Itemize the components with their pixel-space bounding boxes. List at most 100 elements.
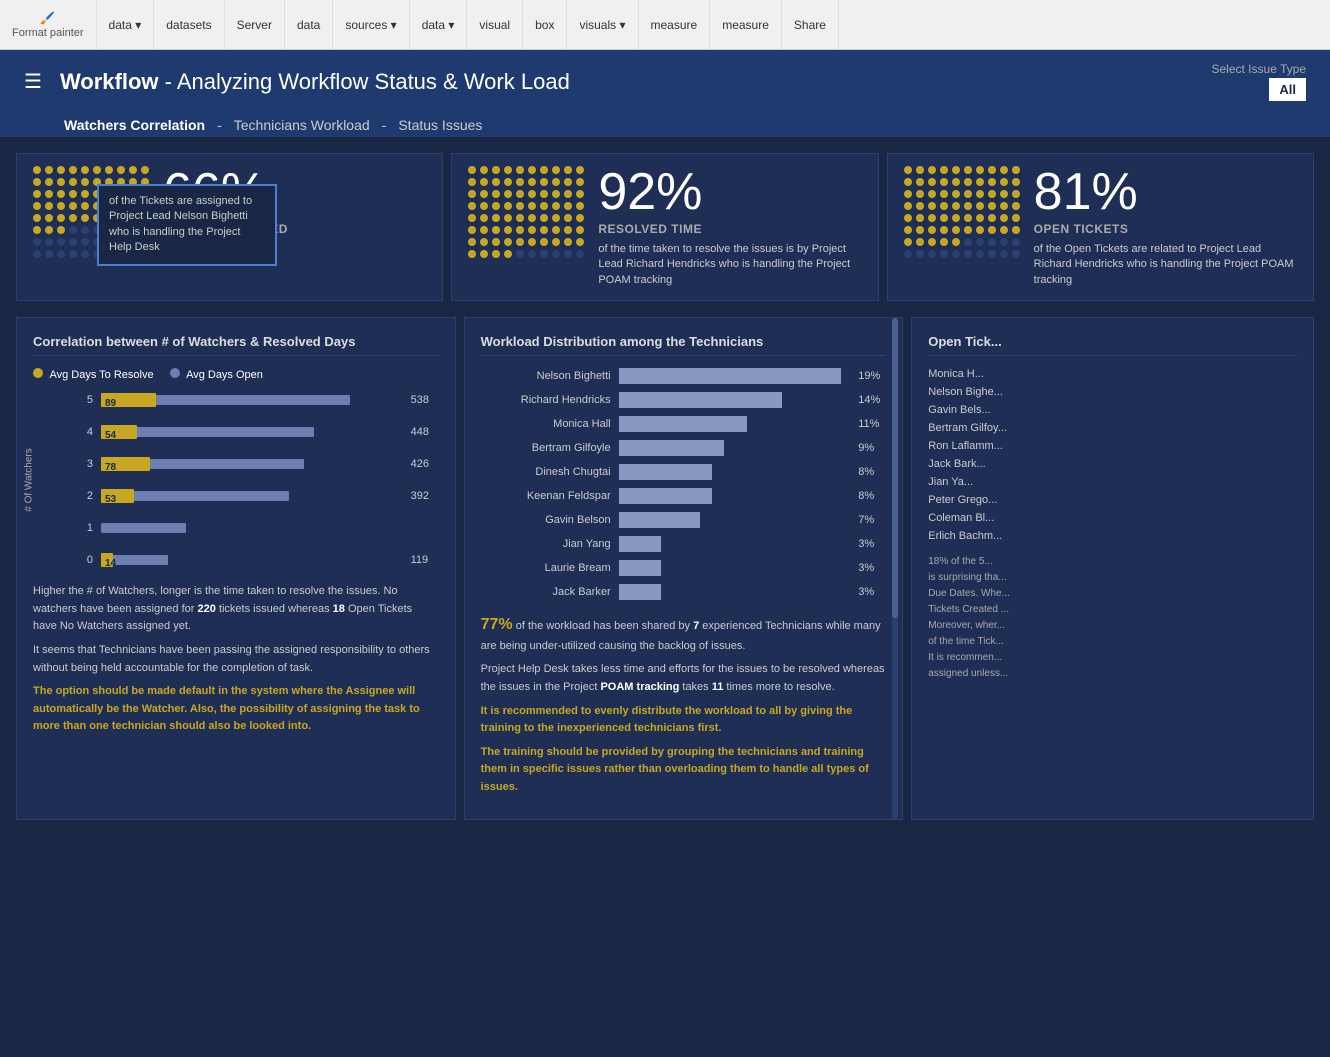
dot-cell [928,250,936,258]
dot-cell [1012,226,1020,234]
dot-cell [69,178,77,186]
dot-cell [952,178,960,186]
data-dropdown-btn[interactable]: data ▾ [97,0,155,49]
dot-cell [952,202,960,210]
box-btn[interactable]: box [523,0,567,49]
dot-cell [540,178,548,186]
dot-cell [540,250,548,258]
dot-cell [940,202,948,210]
select-issue-container: Select Issue Type All [1212,62,1307,101]
workload-bar-name: Jian Yang [481,538,611,550]
dot-cell [1012,166,1020,174]
dot-cell [952,250,960,258]
dot-cell [45,214,53,222]
workload-bar-track [619,416,853,432]
dot-cell [928,214,936,222]
workload-bar-fill [619,488,712,504]
format-painter-btn[interactable]: 🖌️ Format painter [0,0,97,49]
watchers-bar-fg: 14 [101,553,113,567]
dot-cell [916,214,924,222]
queries-btn[interactable]: data ▾ [410,0,468,49]
legend-label-open: Avg Days Open [186,369,263,381]
dot-cell [504,178,512,186]
measure-btn[interactable]: measure [639,0,711,49]
dot-cell [916,178,924,186]
dot-cell [492,238,500,246]
datasets-btn[interactable]: datasets [154,0,224,49]
header-top: ☰ Workflow - Analyzing Workflow Status &… [24,62,1306,101]
watchers-bar-row: 1 [73,517,439,539]
workload-scrollbar[interactable] [892,318,898,818]
box-label: box [535,18,554,32]
dot-cell [576,250,584,258]
visuals-btn[interactable]: visuals ▾ [567,0,638,49]
watchers-bar-row: 378426 [73,453,439,475]
dot-cell [492,190,500,198]
dot-cell [33,166,41,174]
dot-cell [69,202,77,210]
share-btn[interactable]: Share [782,0,839,49]
nav-status-issues[interactable]: Status Issues [398,117,482,133]
dot-cell [57,214,65,222]
dot-cell [528,178,536,186]
nav-watchers-correlation[interactable]: Watchers Correlation [64,117,205,133]
watchers-bar-fg-value: 89 [105,397,116,411]
dot-cell [45,166,53,174]
format-painter-label: Format painter [12,27,84,39]
sources-btn[interactable]: sources ▾ [333,0,409,49]
dot-cell [940,250,948,258]
dot-cell [480,202,488,210]
dot-cell [1012,250,1020,258]
open-tickets-name-item: Erlich Bachm... [928,530,1297,542]
dot-cell [468,250,476,258]
dot-cell [81,202,89,210]
watchers-bar-track: 78 [101,453,405,475]
dot-cell [81,166,89,174]
dot-cell [468,226,476,234]
watchers-bar-value-right: 538 [411,394,439,406]
dot-cell [468,190,476,198]
queries-label: data ▾ [422,18,455,32]
dot-cell [141,166,149,174]
workload-bar-name: Dinesh Chugtai [481,466,611,478]
stat-card-tickets-assigned: 66% Tickets Assigned of the Tickets are … [16,153,443,301]
stat-card-open-tickets: 81% Open Tickets of the Open Tickets are… [887,153,1314,301]
nav-technicians-workload[interactable]: Technicians Workload [234,117,370,133]
dot-cell [904,202,912,210]
dot-cell [916,238,924,246]
dot-cell [528,166,536,174]
dot-cell [57,166,65,174]
measure2-btn[interactable]: measure [710,0,782,49]
hamburger-icon[interactable]: ☰ [24,69,42,94]
server-btn[interactable]: Server [225,0,285,49]
select-issue-button[interactable]: All [1269,78,1306,101]
dot-cell [964,226,972,234]
dot-cell [492,214,500,222]
dot-cell [528,226,536,234]
dot-cell [1012,178,1020,186]
open-tickets-name-item: Bertram Gilfoy... [928,422,1297,434]
visual-btn[interactable]: visual [467,0,523,49]
dot-cell [576,166,584,174]
dot-cell [552,238,560,246]
dot-cell [940,238,948,246]
dot-cell [480,166,488,174]
workload-bar-track [619,368,853,384]
dot-cell [69,226,77,234]
workload-bar-fill [619,416,747,432]
workload-bar-fill [619,440,724,456]
watchers-bar-track: 14 [101,549,405,571]
format-painter-icon: 🖌️ [40,11,55,25]
watchers-bar-track: 53 [101,485,405,507]
data2-btn[interactable]: data [285,0,333,49]
workload-bar-pct: 3% [858,562,886,574]
dot-cell [45,250,53,258]
workload-bar-row: Jack Barker3% [481,584,887,600]
dot-cell [528,250,536,258]
dot-cell [928,202,936,210]
open-tickets-title: Open Tick... [928,334,1297,356]
dot-cell [976,178,984,186]
header-title-row: ☰ Workflow - Analyzing Workflow Status &… [24,69,570,95]
dot-cell [928,226,936,234]
dot-cell [516,178,524,186]
